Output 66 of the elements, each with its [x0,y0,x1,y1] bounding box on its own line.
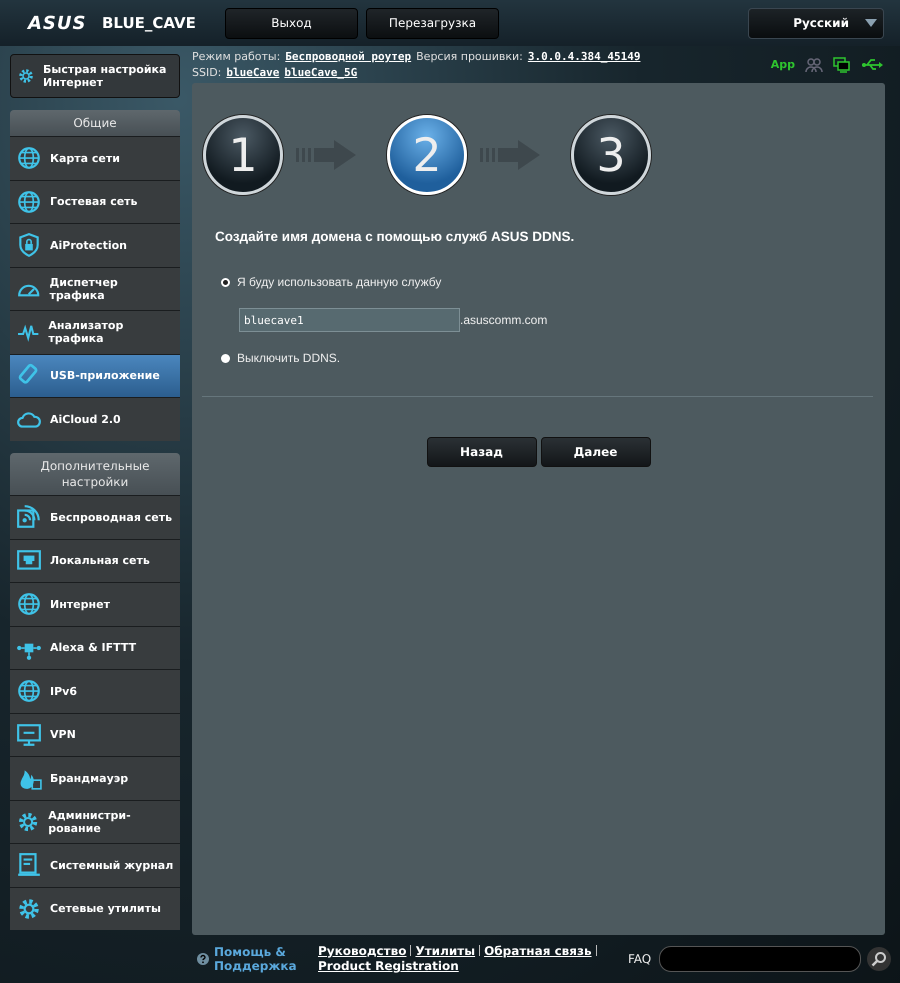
sidebar-item[interactable]: Alexa & IFTTT [10,626,180,670]
header-button[interactable]: Перезагрузка [366,8,499,38]
sidebar-item[interactable]: Локальная сеть [10,538,180,582]
ssid-link[interactable]: blueCave [226,66,280,79]
step-indicator: 1 [203,115,283,195]
option-label: Я буду использовать данную службу [237,275,442,289]
brand-logo: ASUS [28,12,88,34]
globe-icon [16,145,42,172]
section-header: Общие [10,110,180,136]
help-support-link[interactable]: Помощь & Поддержка [214,944,306,974]
footer-link[interactable]: Обратная связь [484,944,592,958]
domain-suffix: .asuscomm.com [460,313,548,327]
sidebar-item[interactable]: Интернет [10,582,180,626]
app-status[interactable]: App [770,58,795,71]
search-button[interactable] [867,947,892,971]
faq-label: FAQ [628,952,652,966]
search-icon [871,951,888,967]
model-name: BLUE_CAVE [102,14,197,32]
globe-icon [16,188,42,215]
sidebar-item[interactable]: Брандмауэр [10,756,180,800]
sidebar-item[interactable]: Гостевая сеть [10,180,180,224]
sidebar-item[interactable]: Системный журнал [10,843,180,887]
step-indicator: 2 [387,115,467,195]
footer-link[interactable]: Утилиты [415,944,476,958]
footer-link[interactable]: Product Registration [318,959,459,973]
users-icon[interactable] [805,56,823,72]
sidebar-item[interactable]: Диспетчер трафика [10,266,180,310]
info-label: Режим работы: [192,50,280,63]
step-indicator: 3 [571,115,651,195]
info-label: SSID: [192,66,222,79]
sidebar-item[interactable]: Анализатор трафика [10,310,180,354]
language-dropdown[interactable]: Русский [748,8,884,38]
notepad-icon [16,852,42,878]
screens-icon[interactable] [833,56,851,72]
radio-button[interactable] [221,278,230,286]
globe-icon [16,678,42,704]
sidebar-item[interactable]: AiProtection [10,223,180,267]
mode-link[interactable]: Беспроводной роутер [285,50,412,63]
globe-icon [16,591,42,618]
section-heading: Создайте имя домена с помощью служб ASUS DDNS. [215,229,576,244]
help-icon [197,953,209,965]
dropdown-arrow-icon [865,19,877,27]
monitor-icon [16,722,42,748]
faq-search-field[interactable] [659,946,862,972]
footer-link[interactable]: Руководство [318,944,406,958]
usb-icon[interactable] [861,58,883,72]
sidebar-item[interactable]: USB-приложение [10,354,180,398]
wizard-button[interactable]: Далее [540,437,650,467]
sidebar-item[interactable]: Беспроводная сеть [10,495,180,539]
option-label: Выключить DDNS. [237,351,340,365]
ssid-link[interactable]: blueCave_5G [284,66,358,79]
sidebar-item[interactable]: IPv6 [10,669,180,713]
sidebar-item[interactable]: Карта сети [10,136,180,180]
radio-button[interactable] [221,354,230,362]
info-label: Версия прошивки: [416,50,523,63]
wifi-icon [16,504,42,530]
wizard-button[interactable]: Назад [426,437,536,467]
section-header: Дополнительные настройки [10,452,180,496]
firmware-link[interactable]: 3.0.0.4.384_45149 [528,50,640,63]
sidebar-item[interactable]: AiCloud 2.0 [10,397,180,441]
header-button[interactable]: Выход [225,8,358,38]
sidebar-item[interactable]: Сетевые утилиты [10,886,180,930]
quick-setup-button[interactable]: Быстрая настройка Интернет [10,54,180,98]
sidebar-item[interactable]: Администри-рование [10,800,180,844]
sidebar-item[interactable]: VPN [10,712,180,756]
hostname-input[interactable]: bluecave1 [239,308,460,332]
